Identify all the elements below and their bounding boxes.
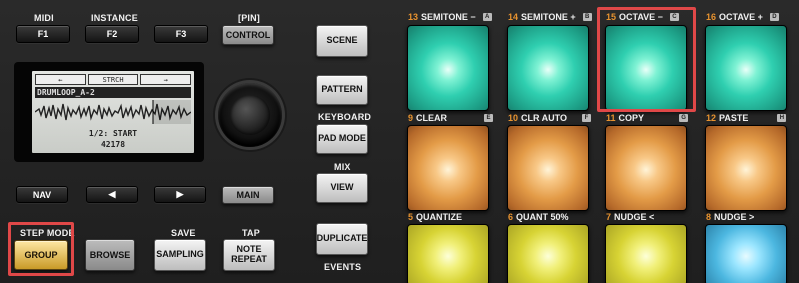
pad-13[interactable]: [407, 25, 489, 111]
pad-function: OCTAVE +: [719, 12, 763, 22]
pad-function: COPY: [618, 113, 645, 123]
pad-12-label: 12 PASTE H: [706, 113, 787, 123]
pad-letter: A: [482, 13, 492, 21]
events-label: EVENTS: [324, 262, 362, 272]
display-tab-left: ←: [35, 74, 86, 85]
pad-5[interactable]: [407, 224, 489, 283]
f1-button[interactable]: F1: [16, 25, 70, 43]
view-button[interactable]: VIEW: [316, 173, 368, 203]
duplicate-button[interactable]: DUPLICATE: [316, 223, 368, 255]
knob-cap: [230, 95, 270, 135]
pad-letter: B: [582, 13, 592, 21]
pad-function: PASTE: [719, 113, 749, 123]
pad-16-label: 16 OCTAVE + D: [706, 12, 779, 22]
display-line-2: 42178: [100, 140, 126, 149]
pad-function: SEMITONE +: [521, 12, 576, 22]
pad-16[interactable]: [705, 25, 787, 111]
pad-10[interactable]: [507, 125, 589, 211]
pad-6[interactable]: [507, 224, 589, 283]
midi-label: MIDI: [34, 13, 54, 23]
pad-8-label: 8 NUDGE >: [706, 212, 754, 222]
pad-11[interactable]: [605, 125, 687, 211]
pad-number: 6: [508, 212, 514, 222]
group-highlight-box: [8, 222, 74, 276]
maschine-controller: MIDI INSTANCE [PIN] F1 F2 F3 CONTROL ← S…: [0, 0, 799, 283]
pad-letter: E: [484, 114, 494, 122]
pad-7[interactable]: [605, 224, 687, 283]
pad-letter: G: [679, 114, 689, 122]
display-tab-strch: STRCH: [87, 74, 139, 85]
pad-function: QUANT 50%: [516, 212, 569, 222]
pad-function: QUANTIZE: [416, 212, 463, 222]
pad-11-label: 11 COPY G: [606, 113, 689, 123]
pad-number: 13: [408, 12, 419, 22]
scene-button[interactable]: SCENE: [316, 25, 368, 57]
pad-9-label: 9 CLEAR E: [408, 113, 494, 123]
pad-7-label: 7 NUDGE <: [606, 212, 654, 222]
pad-6-label: 6 QUANT 50%: [508, 212, 569, 222]
pad-9[interactable]: [407, 125, 489, 211]
pad-number: 9: [408, 113, 414, 123]
display-screen: ← STRCH → DRUMLOOP_A-2 1/2: START 42178: [32, 71, 194, 153]
browse-button[interactable]: BROWSE: [85, 239, 135, 271]
next-button[interactable]: ▶: [154, 186, 206, 203]
mix-label: MIX: [334, 162, 351, 172]
pad-12[interactable]: [705, 125, 787, 211]
pad-mode-button[interactable]: PAD MODE: [316, 124, 368, 154]
sampling-button[interactable]: SAMPLING: [154, 239, 206, 271]
pad-letter: H: [777, 114, 787, 122]
display-tabs: ← STRCH →: [35, 74, 192, 85]
control-encoder-knob[interactable]: [218, 83, 282, 147]
pad-letter: F: [582, 114, 592, 122]
main-button[interactable]: MAIN: [222, 186, 274, 204]
f3-button[interactable]: F3: [154, 25, 208, 43]
pad-number: 14: [508, 12, 519, 22]
pad-number: 11: [606, 113, 616, 123]
pad-function: SEMITONE −: [421, 12, 476, 22]
pad-function: CLR AUTO: [521, 113, 568, 123]
nav-button[interactable]: NAV: [16, 186, 68, 203]
pad-8[interactable]: [705, 224, 787, 283]
f2-button[interactable]: F2: [85, 25, 139, 43]
pad-function: NUDGE >: [714, 212, 755, 222]
save-label: SAVE: [171, 228, 196, 238]
pad-5-label: 5 QUANTIZE: [408, 212, 462, 222]
pad-10-label: 10 CLR AUTO F: [508, 113, 592, 123]
pad-13-label: 13 SEMITONE − A: [408, 12, 492, 22]
pad-number: 5: [408, 212, 414, 222]
tap-label: TAP: [242, 228, 260, 238]
pad-number: 10: [508, 113, 519, 123]
pad-function: CLEAR: [416, 113, 448, 123]
waveform: [35, 100, 191, 124]
pad-14[interactable]: [507, 25, 589, 111]
note-repeat-button[interactable]: NOTE REPEAT: [223, 239, 275, 271]
sample-name: DRUMLOOP_A-2: [35, 87, 191, 98]
pad-number: 8: [706, 212, 712, 222]
prev-button[interactable]: ◀: [86, 186, 138, 203]
pad-function: NUDGE <: [614, 212, 655, 222]
pad-number: 16: [706, 12, 717, 22]
pad-15-highlight-box: [597, 7, 696, 112]
display-frame: ← STRCH → DRUMLOOP_A-2 1/2: START 42178: [14, 62, 204, 162]
instance-label: INSTANCE: [91, 13, 138, 23]
pad-letter: D: [769, 13, 779, 21]
control-button[interactable]: CONTROL: [222, 25, 274, 45]
display-tab-right: →: [140, 74, 192, 85]
display-line-1: 1/2: START: [88, 129, 138, 138]
pattern-button[interactable]: PATTERN: [316, 75, 368, 105]
pad-number: 12: [706, 113, 717, 123]
pad-number: 7: [606, 212, 612, 222]
keyboard-label: KEYBOARD: [318, 112, 372, 122]
pad-14-label: 14 SEMITONE + B: [508, 12, 592, 22]
pin-label: [PIN]: [238, 13, 260, 23]
